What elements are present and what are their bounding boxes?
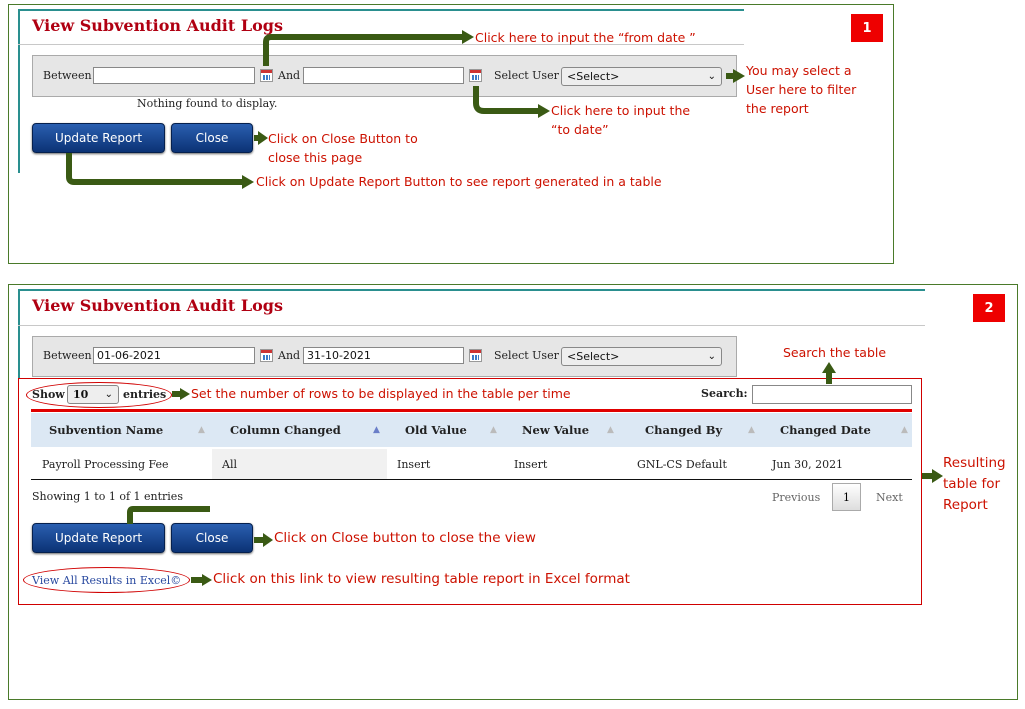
arrow-head (733, 69, 745, 83)
arrow-head (822, 362, 836, 373)
arrow-head (242, 175, 254, 189)
arrow-right-icon (473, 86, 538, 114)
annotation-arrows (66, 30, 943, 586)
arrow-right-icon (66, 153, 242, 185)
arrow-head (180, 388, 190, 400)
arrow-head (462, 30, 474, 44)
arrow-head (263, 533, 273, 547)
arrow-head (932, 469, 943, 483)
arrow-head (202, 574, 212, 586)
arrow-head (538, 104, 550, 118)
arrow-right-icon (127, 506, 210, 524)
arrow-head (258, 131, 268, 145)
arrow-right-icon (263, 34, 462, 66)
